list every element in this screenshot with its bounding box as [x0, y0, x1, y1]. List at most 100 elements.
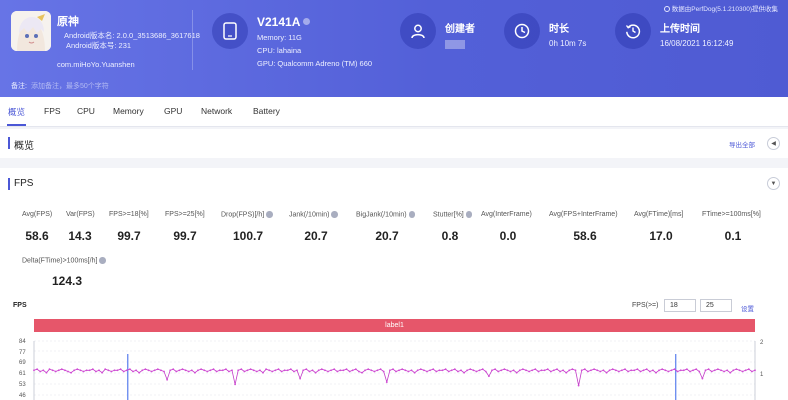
fps-point	[438, 369, 441, 372]
label-bar[interactable]: label1	[34, 319, 755, 332]
fps-point	[33, 369, 35, 372]
fps-point	[153, 369, 156, 372]
fps-point	[107, 369, 110, 372]
fps-point	[565, 371, 568, 374]
fps-point	[707, 368, 710, 371]
fps-point	[419, 368, 422, 371]
fps-point	[735, 368, 738, 371]
fps-point	[497, 370, 500, 373]
fps-point	[444, 368, 447, 371]
fps-point	[655, 371, 657, 374]
fps-point	[695, 368, 698, 371]
fps-point	[215, 370, 218, 373]
fps-point	[296, 369, 298, 372]
tab-network[interactable]: Network	[201, 106, 232, 116]
fps-point	[429, 369, 431, 372]
fps-point	[85, 369, 88, 372]
fps-point	[234, 383, 237, 386]
fps-point	[240, 368, 243, 371]
fps-point	[141, 369, 144, 372]
fps-point	[277, 368, 280, 371]
fps-point	[751, 370, 753, 373]
fps-point	[509, 370, 512, 373]
fps-point	[252, 369, 255, 372]
tab-gpu[interactable]: GPU	[164, 106, 182, 116]
fps-point	[364, 369, 366, 372]
help-icon[interactable]	[331, 211, 338, 218]
collapse-button[interactable]: ▼	[767, 177, 780, 190]
fps-point	[698, 370, 701, 373]
collapse-left-button[interactable]: ◀	[767, 137, 780, 150]
stat-value-jank: 20.7	[304, 229, 328, 243]
fps-point	[559, 370, 561, 373]
fps-point	[138, 371, 141, 374]
stat-value-avg-interframe: 0.0	[499, 229, 517, 243]
note-row[interactable]: 备注: 添加备注，最多50个字符	[11, 81, 109, 91]
fps-point	[556, 368, 558, 371]
fps-point	[389, 369, 391, 372]
fps-point	[744, 369, 747, 372]
help-icon[interactable]	[266, 211, 273, 218]
fps-point	[101, 371, 103, 374]
fps-point	[605, 371, 608, 374]
fps-threshold-b-input[interactable]	[700, 299, 732, 312]
fps-point	[596, 369, 599, 372]
fps-point	[70, 371, 72, 374]
fps-point	[621, 369, 623, 372]
help-icon[interactable]	[465, 211, 473, 218]
fps-point	[299, 377, 301, 380]
fps-point	[36, 368, 38, 371]
fps-point	[704, 369, 707, 372]
fps-point	[212, 368, 215, 371]
fps-point	[259, 369, 261, 372]
fps-point	[574, 369, 577, 372]
chart-settings-link[interactable]: 设置	[741, 303, 754, 313]
fps-point	[169, 369, 172, 372]
fps-point	[116, 369, 119, 372]
fps-point	[686, 368, 688, 371]
tab-cpu[interactable]: CPU	[77, 106, 95, 116]
fps-point	[503, 368, 506, 371]
user-icon	[400, 13, 436, 49]
fps-point	[463, 371, 465, 374]
stat-value-avg-fps-interframe: 58.6	[573, 229, 597, 243]
fps-point	[225, 368, 227, 371]
y-tick-label: 77	[19, 350, 26, 356]
help-icon[interactable]	[99, 257, 106, 264]
fps-point	[60, 368, 63, 371]
export-all-link[interactable]: 导出全部	[729, 139, 755, 149]
tab-overview[interactable]: 概览	[8, 106, 25, 118]
fps-point	[590, 369, 592, 372]
fps-point	[178, 369, 181, 372]
fps-point	[160, 369, 162, 372]
stat-value-bigjank: 20.7	[375, 229, 399, 243]
fps-point	[472, 369, 475, 372]
tab-fps[interactable]: FPS	[44, 106, 61, 116]
fps-point	[345, 368, 348, 371]
fps-point	[423, 369, 425, 372]
fps-point	[147, 369, 150, 372]
fps-point	[717, 368, 719, 371]
fps-point	[661, 368, 664, 371]
tab-battery[interactable]: Battery	[253, 106, 280, 116]
fps-point	[64, 369, 66, 372]
fps-point	[457, 370, 459, 373]
active-tab-indicator	[7, 124, 26, 126]
help-icon[interactable]	[408, 211, 416, 218]
fps-point	[221, 369, 224, 372]
fps-point	[676, 370, 679, 373]
fps-point	[481, 368, 484, 371]
fps-section-title: FPS	[14, 178, 34, 189]
fps-threshold-a-input[interactable]	[664, 299, 696, 312]
tab-memory[interactable]: Memory	[113, 106, 144, 116]
fps-point	[175, 370, 178, 373]
creator-label: 创建者	[445, 24, 475, 35]
y-tick-label: 53	[19, 382, 26, 388]
fps-point	[351, 369, 354, 372]
upload-label: 上传时间	[660, 24, 700, 35]
fps-point	[289, 368, 292, 371]
fps-point	[407, 370, 410, 373]
fps-point	[274, 369, 277, 372]
fps-point	[194, 371, 196, 374]
fps-chart[interactable]: 84 77 69 61 53 46 2 1	[0, 336, 788, 400]
